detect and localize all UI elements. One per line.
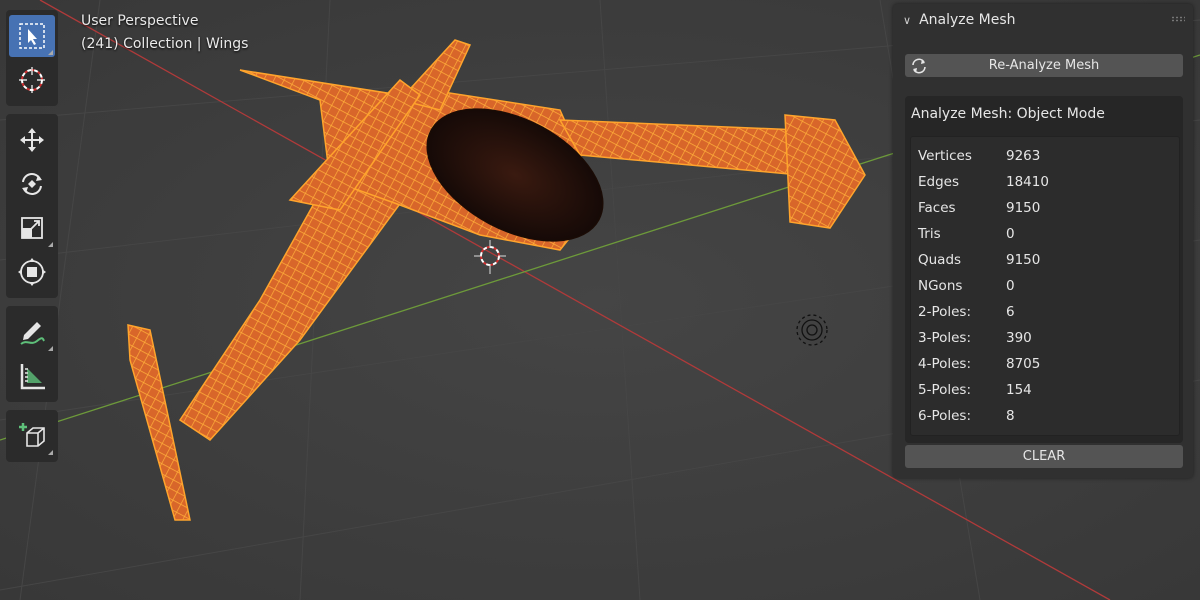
tool-shelf <box>6 10 58 470</box>
chevron-down-icon[interactable]: ∨ <box>903 14 911 27</box>
stat-label: 2-Poles: <box>918 304 1006 320</box>
stat-row: 3-Poles:390 <box>918 330 1032 346</box>
select-box-icon <box>17 21 47 51</box>
clear-button[interactable]: CLEAR <box>905 445 1183 468</box>
stat-value: 9150 <box>1006 252 1040 268</box>
stat-value: 8705 <box>1006 356 1040 372</box>
stat-value: 0 <box>1006 226 1015 242</box>
analysis-results-box: Analyze Mesh: Object Mode Vertices9263 E… <box>905 96 1183 443</box>
stat-row: NGons0 <box>918 278 1015 294</box>
stat-value: 6 <box>1006 304 1015 320</box>
light-gizmo <box>797 315 827 345</box>
stat-row: 6-Poles:8 <box>918 408 1015 424</box>
stat-value: 18410 <box>1006 174 1049 190</box>
stat-row: 5-Poles:154 <box>918 382 1032 398</box>
3d-cursor <box>474 240 506 274</box>
stat-label: Tris <box>918 226 1006 242</box>
tool-group-annotate <box>6 306 58 402</box>
stat-label: Quads <box>918 252 1006 268</box>
cursor-tool[interactable] <box>9 59 55 101</box>
stat-row: Tris0 <box>918 226 1015 242</box>
panel-title: Analyze Mesh <box>919 12 1015 28</box>
view-name-label: User Perspective <box>81 13 198 29</box>
transform-icon <box>17 257 47 287</box>
tool-group-transform <box>6 114 58 298</box>
3d-viewport[interactable]: User Perspective (241) Collection | Wing… <box>0 0 1200 600</box>
stat-value: 9263 <box>1006 148 1040 164</box>
stat-label: 3-Poles: <box>918 330 1006 346</box>
transform-tool[interactable] <box>9 251 55 293</box>
add-cube-tool[interactable] <box>9 415 55 457</box>
measure-tool[interactable] <box>9 355 55 397</box>
drag-grip-icon[interactable] <box>1171 16 1185 22</box>
stat-label: Faces <box>918 200 1006 216</box>
annotate-tool[interactable] <box>9 311 55 353</box>
stat-label: 4-Poles: <box>918 356 1006 372</box>
stat-value: 9150 <box>1006 200 1040 216</box>
stat-label: 6-Poles: <box>918 408 1006 424</box>
reanalyze-mesh-label: Re-Analyze Mesh <box>989 58 1099 73</box>
reanalyze-mesh-button[interactable]: Re-Analyze Mesh <box>905 54 1183 77</box>
collection-info-label: (241) Collection | Wings <box>81 36 248 52</box>
analyze-mesh-panel: ∨ Analyze Mesh Re-Analyze Mesh Analyze M… <box>893 4 1193 478</box>
stat-value: 390 <box>1006 330 1032 346</box>
rotate-tool[interactable] <box>9 163 55 205</box>
add-cube-icon <box>17 421 47 451</box>
stat-label: Vertices <box>918 148 1006 164</box>
stat-label: Edges <box>918 174 1006 190</box>
stat-value: 154 <box>1006 382 1032 398</box>
stat-row: 2-Poles:6 <box>918 304 1015 320</box>
stat-value: 8 <box>1006 408 1015 424</box>
move-tool[interactable] <box>9 119 55 161</box>
cursor-icon <box>17 65 47 95</box>
stat-row: Quads9150 <box>918 252 1040 268</box>
stat-row: Faces9150 <box>918 200 1040 216</box>
mesh-stats-list: Vertices9263 Edges18410 Faces9150 Tris0 … <box>910 136 1180 436</box>
tool-group-add <box>6 410 58 462</box>
scale-icon <box>17 213 47 243</box>
tool-group-select <box>6 10 58 106</box>
annotate-pencil-icon <box>17 317 47 347</box>
select-box-tool[interactable] <box>9 15 55 57</box>
scale-tool[interactable] <box>9 207 55 249</box>
analysis-mode-title: Analyze Mesh: Object Mode <box>911 106 1105 122</box>
stat-row: 4-Poles:8705 <box>918 356 1040 372</box>
stat-value: 0 <box>1006 278 1015 294</box>
stat-label: 5-Poles: <box>918 382 1006 398</box>
rotate-icon <box>17 169 47 199</box>
move-icon <box>17 125 47 155</box>
measure-ruler-icon <box>17 361 47 391</box>
stat-row: Edges18410 <box>918 174 1049 190</box>
stat-label: NGons <box>918 278 1006 294</box>
refresh-icon <box>909 56 929 76</box>
panel-header[interactable]: ∨ Analyze Mesh <box>893 4 1193 36</box>
stat-row: Vertices9263 <box>918 148 1040 164</box>
